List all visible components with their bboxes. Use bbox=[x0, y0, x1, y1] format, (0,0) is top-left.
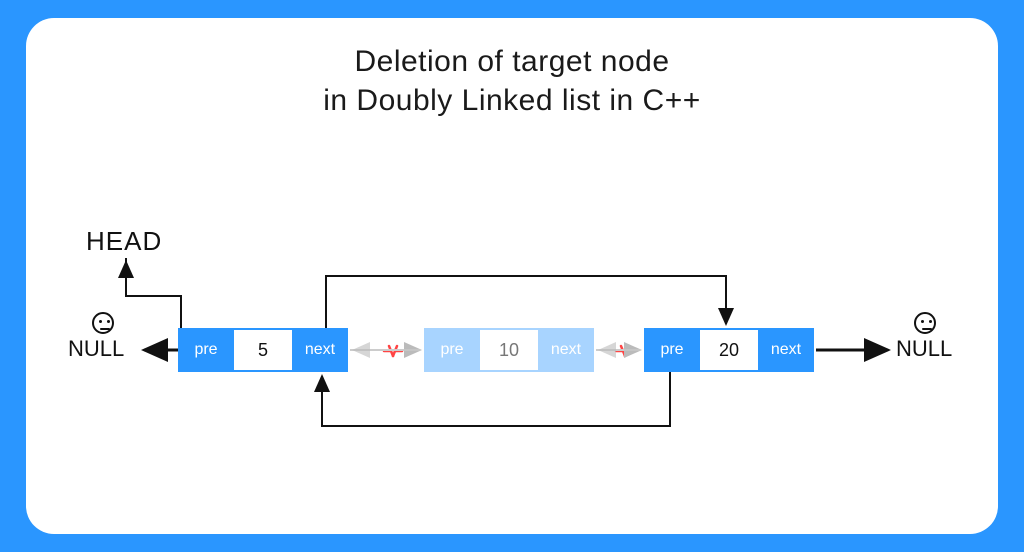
arrows-layer bbox=[26, 18, 998, 534]
node-prev-cell: pre bbox=[646, 330, 698, 370]
list-node: pre 5 next bbox=[178, 328, 348, 372]
list-node-deleted: pre 10 next bbox=[424, 328, 594, 372]
list-node: pre 20 next bbox=[644, 328, 814, 372]
node-next-cell: next bbox=[760, 330, 812, 370]
null-label-right: NULL bbox=[896, 336, 952, 362]
node-value-cell: 20 bbox=[698, 330, 760, 370]
node-value-cell: 5 bbox=[232, 330, 294, 370]
node-prev-cell: pre bbox=[180, 330, 232, 370]
broken-link-icon bbox=[612, 338, 638, 364]
diagram-card: Deletion of target node in Doubly Linked… bbox=[26, 18, 998, 534]
broken-link-icon bbox=[380, 338, 406, 364]
head-label: HEAD bbox=[86, 226, 162, 257]
face-icon bbox=[92, 312, 114, 334]
null-label-left: NULL bbox=[68, 336, 124, 362]
node-next-cell: next bbox=[294, 330, 346, 370]
node-prev-cell: pre bbox=[426, 330, 478, 370]
face-icon bbox=[914, 312, 936, 334]
node-value-cell: 10 bbox=[478, 330, 540, 370]
node-next-cell: next bbox=[540, 330, 592, 370]
linked-list-diagram: HEAD NULL NULL pre 5 next pre 10 next pr… bbox=[26, 18, 998, 534]
